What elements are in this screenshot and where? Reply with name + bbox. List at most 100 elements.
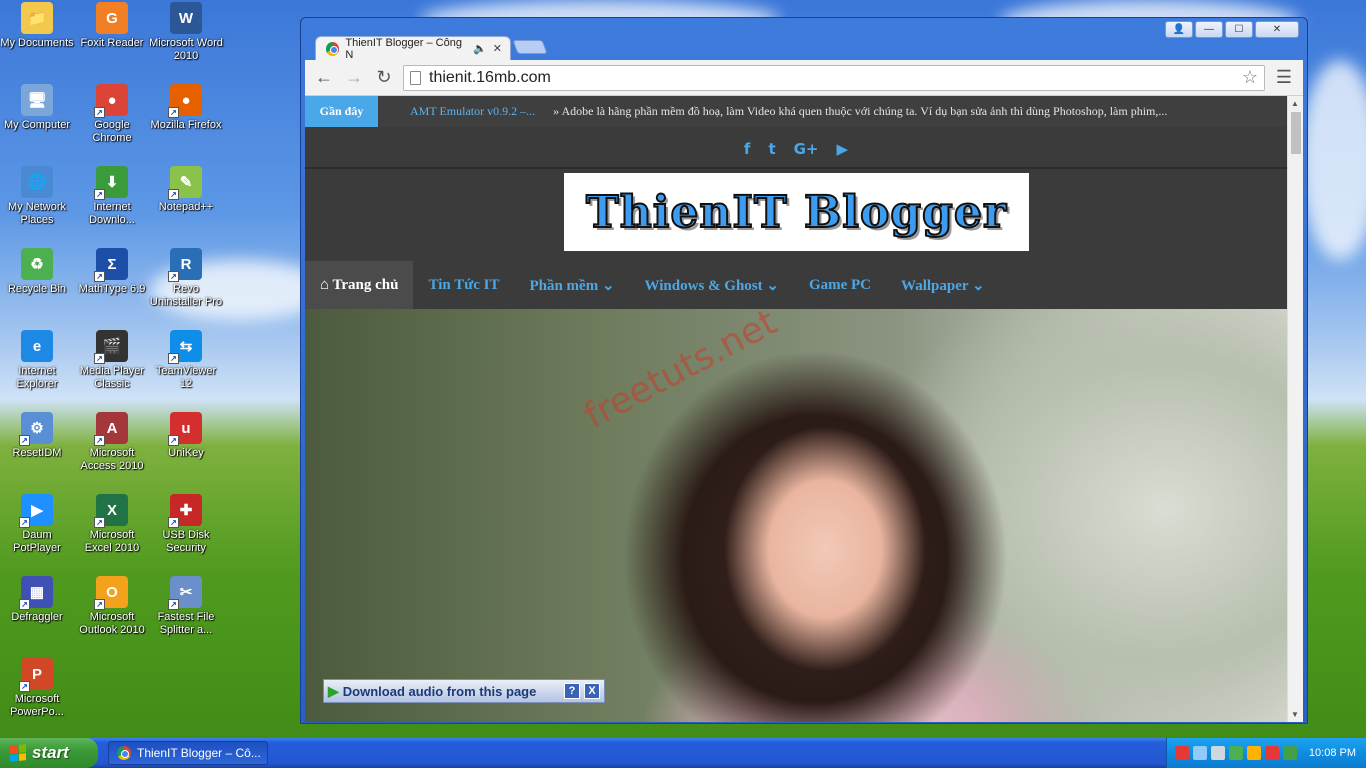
desktop-icon-label: Internet Explorer bbox=[16, 365, 58, 390]
shortcut-arrow-icon: ↗ bbox=[168, 599, 179, 610]
desktop-icon[interactable]: 🎬 ↗ Media Player Classic bbox=[75, 330, 149, 391]
tray-icon[interactable] bbox=[1247, 746, 1261, 760]
desktop-icon[interactable]: 📁 My Documents bbox=[0, 2, 74, 50]
desktop-icon-label: MathType 6.9 bbox=[78, 283, 146, 295]
scroll-up-icon[interactable]: ▲ bbox=[1291, 99, 1299, 108]
download-audio-bar[interactable]: ▶ Download audio from this page ? X bbox=[323, 679, 605, 703]
close-bar-icon[interactable]: X bbox=[584, 683, 600, 699]
desktop-icon-label: USB Disk Security bbox=[162, 529, 210, 554]
chrome-icon bbox=[117, 746, 131, 760]
desktop-icon[interactable]: e Internet Explorer bbox=[0, 330, 74, 391]
desktop-icon[interactable]: Σ ↗ MathType 6.9 bbox=[75, 248, 149, 296]
foxit-reader-icon: G bbox=[96, 2, 128, 34]
potplayer-icon: ▶ ↗ bbox=[19, 494, 53, 528]
desktop-icon-label: Fastest File Splitter a... bbox=[157, 611, 215, 636]
menu-icon[interactable]: ☰ bbox=[1273, 67, 1295, 89]
shortcut-arrow-icon: ↗ bbox=[168, 517, 179, 528]
tab-thienit[interactable]: ThienIT Blogger – Công N 🔈 ✕ bbox=[315, 36, 511, 61]
desktop-icon[interactable]: ⚙ ↗ ResetIDM bbox=[0, 412, 74, 460]
back-icon[interactable]: ← bbox=[313, 67, 335, 89]
desktop-icon[interactable]: R ↗ Revo Uninstaller Pro bbox=[149, 248, 223, 309]
shortcut-arrow-icon: ↗ bbox=[168, 107, 179, 118]
tray-icon[interactable] bbox=[1175, 746, 1189, 760]
youtube-icon[interactable]: ▶ bbox=[837, 140, 849, 158]
forward-icon[interactable]: → bbox=[343, 67, 365, 89]
desktop-icon[interactable]: O ↗ Microsoft Outlook 2010 bbox=[75, 576, 149, 637]
shortcut-arrow-icon: ↗ bbox=[94, 353, 105, 364]
desktop-icon[interactable]: ✎ ↗ Notepad++ bbox=[149, 166, 223, 214]
desktop-icon[interactable]: ✂ ↗ Fastest File Splitter a... bbox=[149, 576, 223, 637]
desktop-icon[interactable]: W Microsoft Word 2010 bbox=[149, 2, 223, 63]
desktop-icon[interactable]: ▶ ↗ Daum PotPlayer bbox=[0, 494, 74, 555]
twitter-icon[interactable]: t bbox=[768, 140, 775, 158]
desktop-icon[interactable]: ♻ Recycle Bin bbox=[0, 248, 74, 296]
teamviewer-icon: ⇆ ↗ bbox=[168, 330, 202, 364]
new-tab-button[interactable] bbox=[512, 40, 548, 54]
desktop-icon[interactable]: 🌐 My Network Places bbox=[0, 166, 74, 227]
desktop-icon[interactable]: A ↗ Microsoft Access 2010 bbox=[75, 412, 149, 473]
watermark: freetuts.net bbox=[577, 301, 784, 438]
tray-icon[interactable] bbox=[1265, 746, 1279, 760]
address-bar[interactable]: thienit.16mb.com ☆ bbox=[403, 64, 1265, 91]
help-icon[interactable]: ? bbox=[564, 683, 580, 699]
mathtype-icon: Σ ↗ bbox=[94, 248, 128, 282]
recycle-bin-icon: ♻ bbox=[21, 248, 53, 280]
desktop-icon[interactable]: ● ↗ Mozilla Firefox bbox=[149, 84, 223, 132]
desktop-icon[interactable]: ● ↗ Google Chrome bbox=[75, 84, 149, 145]
tray-icon[interactable] bbox=[1229, 746, 1243, 760]
usb-disk-security-icon: ✚ ↗ bbox=[168, 494, 202, 528]
scroll-thumb[interactable] bbox=[1291, 112, 1301, 154]
scrollbar[interactable]: ▲ ▼ bbox=[1287, 96, 1303, 722]
access-icon: A ↗ bbox=[94, 412, 128, 446]
social-links: f t G+ ▶ bbox=[305, 140, 1287, 158]
folder-documents-icon: 📁 bbox=[21, 2, 53, 34]
download-audio-label[interactable]: Download audio from this page bbox=[343, 684, 537, 699]
desktop-icon-label: Microsoft Word 2010 bbox=[149, 37, 223, 62]
menu-item[interactable]: Game PC bbox=[794, 261, 886, 309]
start-button[interactable]: start bbox=[0, 738, 98, 768]
desktop-icon[interactable]: ✚ ↗ USB Disk Security bbox=[149, 494, 223, 555]
tray-icon[interactable] bbox=[1193, 746, 1207, 760]
google-plus-icon[interactable]: G+ bbox=[794, 140, 819, 158]
desktop-icon[interactable]: ⬇ ↗ Internet Downlo... bbox=[75, 166, 149, 227]
menu-item[interactable]: Tin Tức IT bbox=[413, 261, 514, 309]
site-logo[interactable]: ThienIT Blogger bbox=[564, 173, 1029, 251]
desktop-icon[interactable]: ⇆ ↗ TeamViewer 12 bbox=[149, 330, 223, 391]
menu-item[interactable]: Windows & Ghost ⌄ bbox=[630, 261, 794, 309]
resetidm-icon: ⚙ ↗ bbox=[19, 412, 53, 446]
bookmark-star-icon[interactable]: ☆ bbox=[1242, 67, 1258, 88]
desktop-icon-label: Notepad++ bbox=[158, 201, 214, 213]
taskbar-item-chrome[interactable]: ThienIT Blogger – Cô... bbox=[108, 741, 268, 765]
defraggler-icon: ▦ ↗ bbox=[19, 576, 53, 610]
desktop-icon[interactable]: P ↗ Microsoft PowerPo... bbox=[0, 658, 74, 719]
scroll-down-icon[interactable]: ▼ bbox=[1291, 710, 1299, 719]
desktop-icon-label: Mozilla Firefox bbox=[150, 119, 222, 131]
play-icon: ▶ bbox=[328, 682, 339, 699]
desktop-icon[interactable]: 🖥 My Computer bbox=[0, 84, 74, 132]
recent-post-link[interactable]: AMT Emulator v0.9.2 –... bbox=[410, 104, 535, 119]
menu-item[interactable]: Phần mềm ⌄ bbox=[514, 261, 629, 309]
clock[interactable]: 10:08 PM bbox=[1309, 747, 1356, 759]
desktop-icon[interactable]: ▦ ↗ Defraggler bbox=[0, 576, 74, 624]
page-viewport: Gần đây AMT Emulator v0.9.2 –... » Adobe… bbox=[305, 96, 1303, 722]
tab-strip: ThienIT Blogger – Công N 🔈 ✕ bbox=[305, 36, 1301, 61]
desktop-icon[interactable]: X ↗ Microsoft Excel 2010 bbox=[75, 494, 149, 555]
tray-icon[interactable] bbox=[1211, 746, 1225, 760]
tray-icon[interactable] bbox=[1283, 746, 1297, 760]
desktop-icon-label: Microsoft Outlook 2010 bbox=[79, 611, 145, 636]
facebook-icon[interactable]: f bbox=[744, 140, 751, 158]
reload-icon[interactable]: ↻ bbox=[373, 67, 395, 89]
menu-item[interactable]: ⌂ Trang chủ bbox=[305, 261, 414, 309]
tab-close-icon[interactable]: ✕ bbox=[493, 42, 502, 55]
firefox-icon: ● ↗ bbox=[168, 84, 202, 118]
shortcut-arrow-icon: ↗ bbox=[168, 435, 179, 446]
shortcut-arrow-icon: ↗ bbox=[94, 435, 105, 446]
windows-logo-icon bbox=[10, 744, 26, 762]
desktop-icon-label: Microsoft PowerPo... bbox=[10, 693, 64, 718]
shortcut-arrow-icon: ↗ bbox=[94, 599, 105, 610]
desktop-icon[interactable]: G Foxit Reader bbox=[75, 2, 149, 50]
desktop-icon-label: Microsoft Access 2010 bbox=[80, 447, 144, 472]
menu-item[interactable]: Wallpaper ⌄ bbox=[886, 261, 1000, 309]
shortcut-arrow-icon: ↗ bbox=[94, 107, 105, 118]
desktop-icon[interactable]: u ↗ UniKey bbox=[149, 412, 223, 460]
